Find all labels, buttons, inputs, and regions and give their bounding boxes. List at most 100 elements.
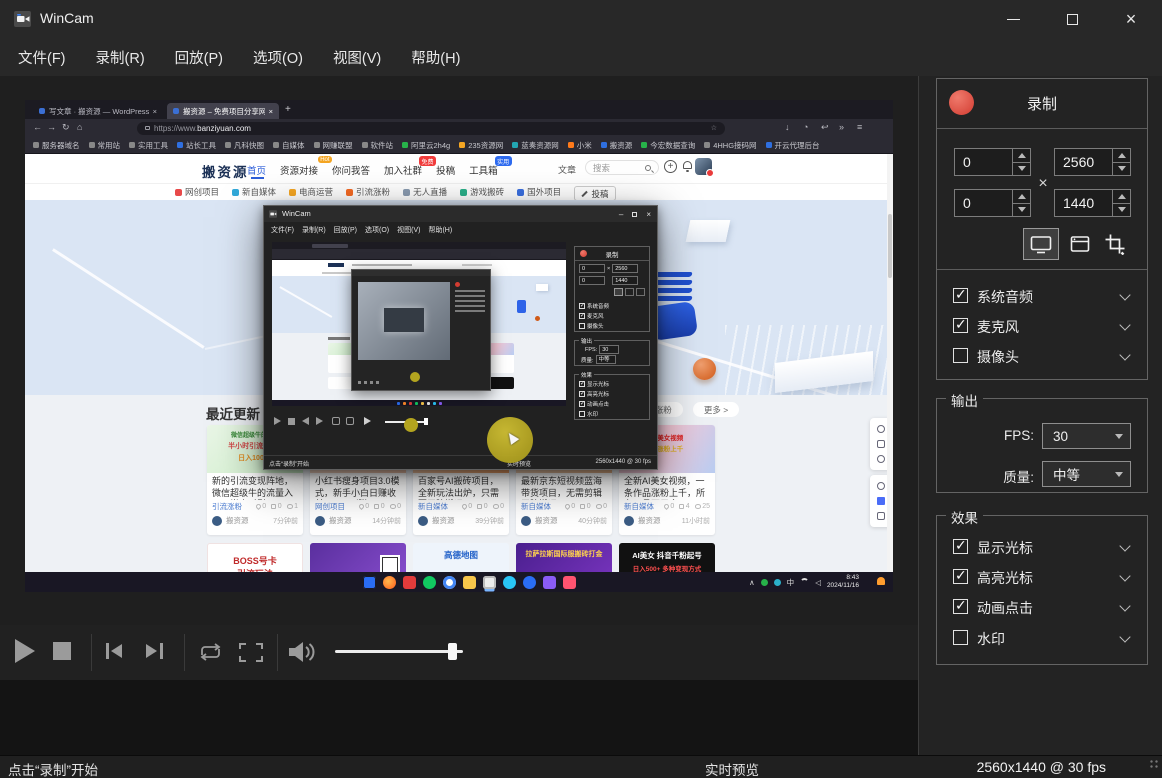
mode-crop-button[interactable]: [1099, 228, 1130, 260]
minimize-icon: –: [619, 210, 623, 219]
highlight-cursor-checkbox[interactable]: [953, 569, 968, 584]
skip-start-icon: [302, 417, 309, 425]
nested-record-panel: 录制 0×2560 0×1440 系统音频 麦克风 摄像头: [574, 246, 650, 332]
region-x-input[interactable]: [954, 148, 1031, 176]
free-badge: 免费: [419, 156, 436, 166]
click-highlight-small: [410, 372, 420, 382]
recent-title: 最近更新: [206, 403, 260, 423]
chevron-down-icon[interactable]: [1119, 319, 1130, 330]
menu-help[interactable]: 帮助(H): [411, 47, 460, 68]
bookmarks-bar: 服务器域名 常用站 实用工具 站长工具 凡科快图 自媒体 网赚联盟 软件站 阿里…: [25, 137, 893, 154]
effect-highlight-cursor[interactable]: 高亮光标: [937, 564, 1147, 590]
volume-thumb: [424, 418, 428, 425]
nested-preview: [272, 242, 566, 406]
volume-icon: [364, 417, 371, 425]
spinner-arrows[interactable]: [1012, 190, 1030, 216]
minimize-button[interactable]: [990, 0, 1036, 38]
effect-animate-click[interactable]: 动画点击: [937, 594, 1147, 620]
bell-icon: [877, 512, 885, 520]
tray-icon: [774, 579, 781, 586]
effects-panel: 效果 显示光标 高亮光标 动画点击 水印: [936, 515, 1148, 665]
reload-icon: ↻: [62, 122, 70, 133]
system-audio-checkbox[interactable]: [953, 288, 968, 303]
menu-file[interactable]: 文件(F): [18, 47, 66, 68]
maximize-icon: [632, 212, 637, 217]
menu-options[interactable]: 选项(O): [253, 47, 303, 68]
nested-effects-panel: 效果 显示光标 高亮光标 动画点击 水印: [574, 374, 650, 420]
menu-playback[interactable]: 回放(P): [175, 47, 223, 68]
source-camera[interactable]: 摄像头: [937, 343, 1147, 369]
timeline-area: [0, 680, 918, 755]
spinner-arrows[interactable]: [1112, 190, 1130, 216]
quality-select[interactable]: 中等: [1042, 461, 1131, 487]
close-button[interactable]: ×: [1108, 0, 1154, 38]
chevron-down-icon[interactable]: [1119, 600, 1130, 611]
record-button[interactable]: 录制: [937, 79, 1147, 128]
category-nav: 网创项目 新自媒体 电商运营 引流涨粉 无人直播 游戏搬砖 国外项目: [25, 183, 893, 200]
watermark-checkbox[interactable]: [953, 630, 968, 645]
play-icon: [274, 417, 281, 425]
spinner-arrows[interactable]: [1112, 149, 1130, 175]
menu-bar: 文件(F) 录制(R) 回放(P) 选项(O) 视图(V) 帮助(H): [0, 38, 1162, 76]
mode-monitor-button[interactable]: [1023, 228, 1059, 260]
notification-bell-icon: [683, 161, 692, 169]
firefox-icon: [383, 576, 396, 589]
volume-tray-icon: ◁: [815, 578, 821, 587]
chevron-down-icon[interactable]: [1119, 631, 1130, 642]
nested-wincam-window-level2: [351, 269, 491, 391]
fps-select[interactable]: 30: [1042, 423, 1131, 449]
hot-badge: Hot: [318, 156, 332, 163]
region-width-input[interactable]: [1054, 148, 1131, 176]
spinner-arrows[interactable]: [1012, 149, 1030, 175]
chevron-down-icon[interactable]: [1119, 570, 1130, 581]
source-system-audio[interactable]: 系统音频: [937, 283, 1147, 309]
chevron-down-icon[interactable]: [1119, 349, 1130, 360]
loop-button[interactable]: [197, 642, 224, 662]
animate-click-checkbox[interactable]: [953, 599, 968, 614]
menu-view[interactable]: 视图(V): [333, 47, 381, 68]
window-icon: [1069, 234, 1091, 254]
show-cursor-checkbox[interactable]: [953, 539, 968, 554]
user-avatar: [695, 158, 712, 175]
back-icon: ←: [33, 122, 42, 132]
volume-slider-track[interactable]: [335, 650, 463, 653]
wincam-window: WinCam × 文件(F) 录制(R) 回放(P) 选项(O) 视图(V) 帮…: [0, 0, 1162, 778]
lock-icon: [145, 126, 150, 130]
stop-button[interactable]: [53, 642, 71, 660]
effect-show-cursor[interactable]: 显示光标: [937, 534, 1147, 560]
microphone-checkbox[interactable]: [953, 318, 968, 333]
mode-crop-icon: [636, 288, 645, 296]
forward-icon: →: [47, 122, 56, 132]
effect-watermark[interactable]: 水印: [937, 625, 1147, 651]
volume-slider-thumb[interactable]: [448, 643, 457, 660]
wifi-icon: [800, 578, 809, 587]
source-microphone[interactable]: 麦克风: [937, 313, 1147, 339]
browser-tabbar: 写文章 · 搬资源 — WordPress × 搬资源 – 免费项目分享网 × …: [25, 100, 893, 119]
mode-window-button[interactable]: [1064, 228, 1095, 260]
volume-button[interactable]: [287, 640, 317, 664]
favicon: [173, 108, 179, 114]
more-tools-icon: »: [839, 122, 844, 132]
maximize-button[interactable]: [1049, 0, 1095, 38]
region-y-input[interactable]: [954, 189, 1031, 217]
chevron-down-icon[interactable]: [1119, 540, 1130, 551]
submit-plus-icon: +: [664, 160, 677, 173]
times-symbol: ×: [1033, 175, 1053, 193]
play-button[interactable]: [15, 639, 35, 663]
mode-window-icon: [625, 288, 634, 296]
resize-grip[interactable]: [1149, 759, 1159, 769]
tray-expand-icon: ∧: [749, 578, 755, 587]
chevron-down-icon[interactable]: [1119, 289, 1130, 300]
browser-scrollbar: [887, 154, 893, 592]
menu-record[interactable]: 录制(R): [96, 47, 145, 68]
status-preview-mode: 实时预览: [705, 759, 759, 778]
camera-checkbox[interactable]: [953, 348, 968, 363]
folder-icon: [463, 576, 476, 589]
record-sidebar: 录制 ×: [919, 76, 1162, 755]
playback-toolbar: [0, 625, 918, 680]
taskbar-app-icon: [543, 576, 556, 589]
region-height-input[interactable]: [1054, 189, 1131, 217]
fullscreen-button[interactable]: [238, 642, 264, 663]
live-preview[interactable]: 写文章 · 搬资源 — WordPress × 搬资源 – 免费项目分享网 × …: [25, 100, 893, 592]
author-avatar: [418, 516, 428, 526]
